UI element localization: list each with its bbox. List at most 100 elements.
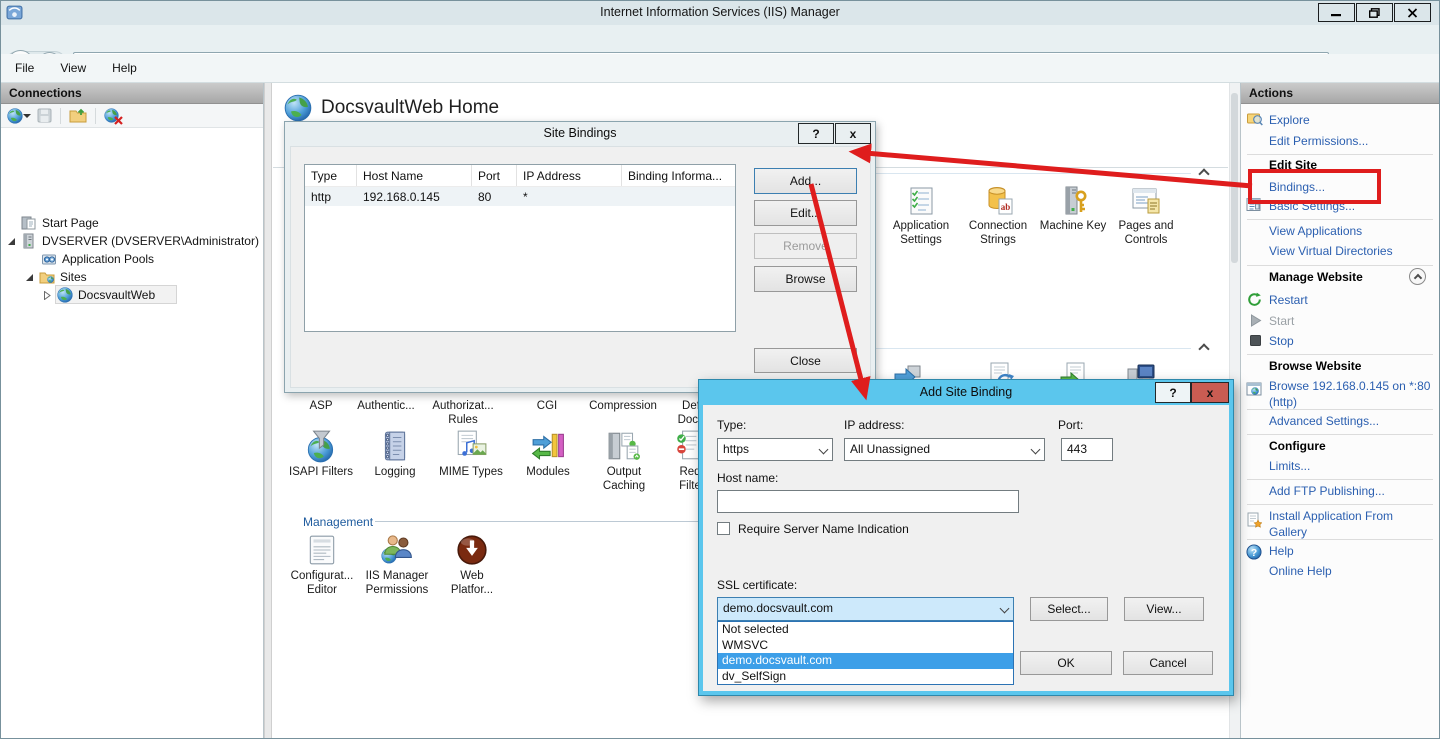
- feature-connection-strings[interactable]: ab Connection Strings: [963, 185, 1033, 247]
- page-title: DocsvaultWeb Home: [321, 97, 499, 119]
- sni-label: Require Server Name Indication: [738, 522, 909, 536]
- feature-label: IIS Manager Permissions: [354, 570, 440, 597]
- menu-view[interactable]: View: [60, 61, 86, 75]
- application-settings-icon: [905, 185, 937, 217]
- view-certificate-button[interactable]: View...: [1124, 597, 1204, 621]
- restore-button[interactable]: [1356, 3, 1393, 22]
- isapi-filters-icon: [304, 429, 338, 463]
- action-install-from-gallery[interactable]: Install Application From Gallery: [1269, 508, 1429, 540]
- feature-machine-key[interactable]: Machine Key: [1030, 185, 1116, 234]
- svg-text:ab: ab: [1001, 202, 1011, 212]
- management-group-header[interactable]: Management: [303, 515, 373, 529]
- column-ip-address[interactable]: IP Address: [517, 165, 622, 186]
- column-host-name[interactable]: Host Name: [357, 165, 472, 186]
- action-view-virtual-directories[interactable]: View Virtual Directories: [1269, 244, 1393, 258]
- feature-label: Web Platfor...: [441, 570, 503, 597]
- sni-checkbox[interactable]: [717, 522, 730, 535]
- save-connections-button[interactable]: [37, 108, 52, 123]
- feature-label: MIME Types: [439, 466, 503, 480]
- action-basic-settings[interactable]: Basic Settings...: [1269, 199, 1355, 213]
- feature-iis-manager-permissions[interactable]: IIS Manager Permissions: [354, 533, 440, 597]
- feature-isapi-filters[interactable]: ISAPI Filters: [282, 429, 360, 480]
- tree-item-sites[interactable]: Sites: [25, 268, 87, 286]
- port-input[interactable]: 443: [1061, 438, 1113, 461]
- dropdown-option-dv-selfsign[interactable]: dv_SelfSign: [718, 669, 1013, 685]
- feature-label: Machine Key: [1040, 220, 1106, 234]
- disconnect-button[interactable]: [104, 108, 119, 123]
- edit-binding-button[interactable]: Edit...: [754, 200, 857, 226]
- dialog-help-button[interactable]: ?: [1155, 382, 1191, 403]
- feature-pages-and-controls[interactable]: Pages and Controls: [1111, 185, 1181, 247]
- tree-item-docsvaultweb[interactable]: DocsvaultWeb: [43, 286, 155, 304]
- panel-splitter[interactable]: [264, 83, 272, 739]
- minimize-button[interactable]: [1318, 3, 1355, 22]
- actions-group-manage-website: Manage Website: [1269, 270, 1363, 284]
- connect-server-button[interactable]: [7, 108, 29, 124]
- type-select[interactable]: https: [717, 438, 833, 461]
- tree-label: Application Pools: [62, 252, 154, 266]
- feature-web-platform-installer[interactable]: Web Platfor...: [441, 533, 503, 597]
- toolbar-separator: [95, 108, 96, 124]
- action-restart[interactable]: Restart: [1269, 293, 1308, 307]
- select-certificate-button[interactable]: Select...: [1030, 597, 1108, 621]
- tree-item-start-page[interactable]: Start Page: [21, 214, 99, 232]
- cancel-button[interactable]: Cancel: [1123, 651, 1213, 675]
- action-limits[interactable]: Limits...: [1269, 459, 1310, 473]
- toolbar-separator: [60, 108, 61, 124]
- action-stop[interactable]: Stop: [1269, 334, 1294, 348]
- main-scrollbar-thumb[interactable]: [1231, 93, 1238, 263]
- close-dialog-button[interactable]: Close: [754, 348, 857, 373]
- collapse-section-button[interactable]: [1409, 268, 1426, 285]
- action-advanced-settings[interactable]: Advanced Settings...: [1269, 414, 1379, 428]
- dialog-close-button[interactable]: x: [835, 123, 871, 144]
- add-binding-button[interactable]: Add...: [754, 168, 857, 194]
- ssl-certificate-select[interactable]: demo.docsvault.com: [717, 597, 1014, 621]
- browse-binding-button[interactable]: Browse: [754, 266, 857, 292]
- menu-file[interactable]: File: [15, 61, 34, 75]
- dialog-close-button[interactable]: x: [1191, 382, 1229, 403]
- dropdown-option-not-selected[interactable]: Not selected: [718, 622, 1013, 638]
- feature-cgi[interactable]: CGI: [508, 397, 586, 414]
- feature-label: Connection Strings: [963, 220, 1033, 247]
- menu-bar: File View Help: [1, 54, 1439, 83]
- column-type[interactable]: Type: [305, 165, 357, 186]
- action-online-help[interactable]: Online Help: [1269, 564, 1332, 578]
- action-explore[interactable]: Explore: [1269, 113, 1310, 127]
- feature-output-caching[interactable]: Output Caching: [595, 429, 653, 493]
- action-help[interactable]: Help: [1269, 544, 1294, 558]
- dropdown-option-wmsvc[interactable]: WMSVC: [718, 638, 1013, 654]
- ok-button[interactable]: OK: [1020, 651, 1112, 675]
- feature-configuration-editor[interactable]: Configurat... Editor: [282, 533, 362, 597]
- action-view-applications[interactable]: View Applications: [1269, 224, 1362, 238]
- close-button[interactable]: [1394, 3, 1431, 22]
- action-add-ftp-publishing[interactable]: Add FTP Publishing...: [1269, 484, 1385, 498]
- feature-modules[interactable]: Modules: [509, 429, 587, 480]
- actions-separator: [1247, 219, 1433, 220]
- feature-authorization-rules[interactable]: Authorizat... Rules: [424, 397, 502, 427]
- ip-address-select[interactable]: All Unassigned: [844, 438, 1045, 461]
- feature-mime-types[interactable]: MIME Types: [432, 429, 510, 480]
- tree-collapsed-icon: [43, 291, 52, 300]
- column-port[interactable]: Port: [472, 165, 517, 186]
- column-binding-info[interactable]: Binding Informa...: [622, 165, 735, 186]
- action-bindings[interactable]: Bindings...: [1269, 180, 1325, 194]
- action-browse-binding[interactable]: Browse 192.168.0.145 on *:80 (http): [1269, 378, 1437, 410]
- feature-label: ASP: [309, 400, 332, 414]
- dialog-help-button[interactable]: ?: [798, 123, 834, 144]
- create-package-button[interactable]: [69, 108, 87, 123]
- feature-authentication[interactable]: Authentic...: [347, 397, 425, 414]
- feature-logging[interactable]: Logging: [356, 429, 434, 480]
- menu-help[interactable]: Help: [112, 61, 137, 75]
- binding-row-http[interactable]: http 192.168.0.145 80 *: [305, 187, 735, 206]
- action-edit-permissions[interactable]: Edit Permissions...: [1269, 134, 1368, 148]
- browse-website-icon: [1246, 382, 1262, 398]
- actions-group-browse-website: Browse Website: [1269, 359, 1361, 373]
- chevron-down-icon: [1000, 604, 1010, 614]
- feature-label: Output Caching: [595, 466, 653, 493]
- host-name-input[interactable]: [717, 490, 1019, 513]
- tree-item-application-pools[interactable]: Application Pools: [41, 250, 154, 268]
- feature-compression[interactable]: Compression: [584, 397, 662, 414]
- feature-application-settings[interactable]: Application Settings: [887, 185, 955, 247]
- tree-item-server[interactable]: DVSERVER (DVSERVER\Administrator): [7, 232, 259, 250]
- dropdown-option-demo-docsvault[interactable]: demo.docsvault.com: [718, 653, 1013, 669]
